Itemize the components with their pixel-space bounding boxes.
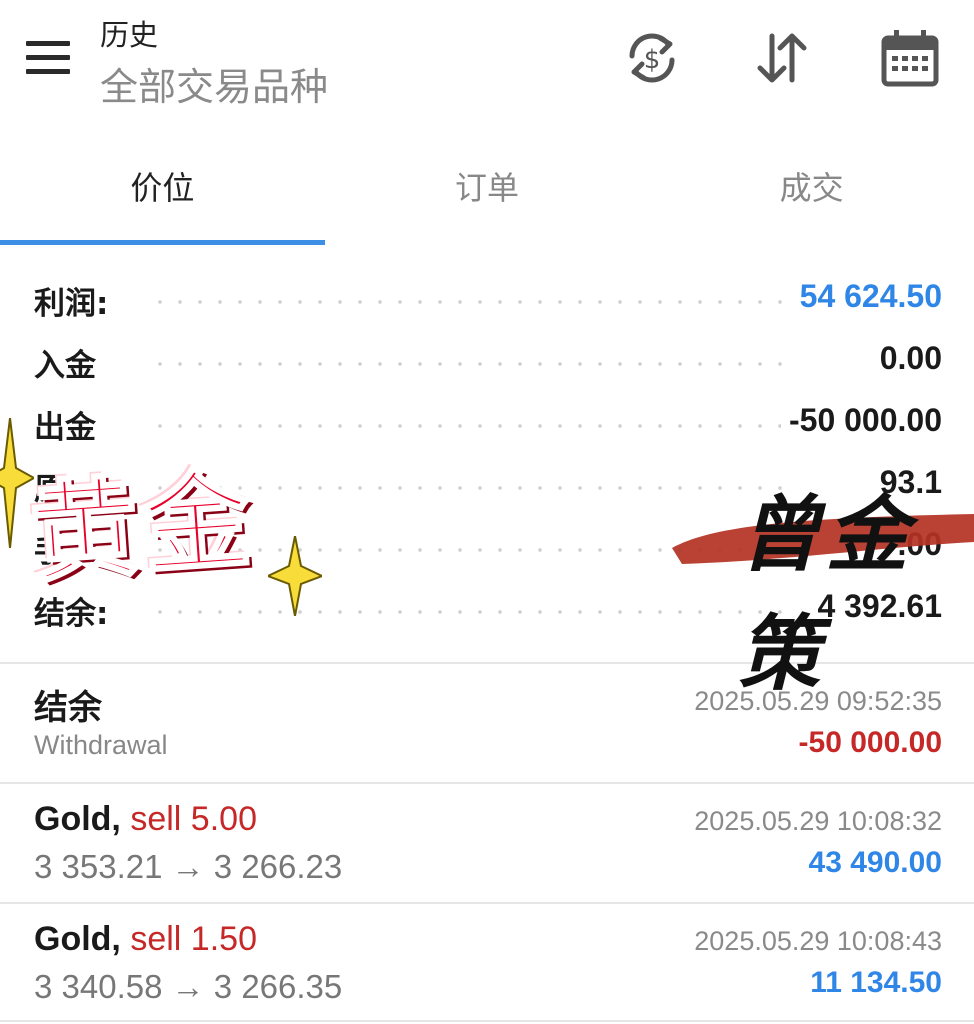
summary-value: -50 000.00 — [780, 402, 942, 439]
summary-row-withdrawal: 出金 -50 000.00 — [0, 392, 974, 454]
deal-time: 2025.05.29 09:52:35 — [694, 686, 942, 716]
page-title: 历史 — [100, 18, 159, 52]
dot-leader — [150, 424, 784, 428]
symbol-filter[interactable]: 全部交易品种 — [100, 56, 328, 111]
summary-row-obscured-1: 原 93.1 — [0, 454, 974, 516]
deal-symbol: Gold, — [34, 920, 121, 958]
deal-side: sell 1.50 — [130, 920, 257, 958]
summary-value: 0.00 — [871, 340, 942, 377]
deal-title: Gold, sell 5.00 — [34, 800, 257, 839]
summary-value: 54 624.50 — [791, 278, 942, 315]
deal-time: 2025.05.29 10:08:43 — [694, 926, 942, 956]
summary-label: 入金 — [34, 340, 104, 385]
dot-leader — [150, 362, 784, 366]
summary-row-balance: 结余: 4 392.61 — [0, 578, 974, 640]
dot-leader — [150, 486, 784, 490]
menu-icon[interactable] — [22, 38, 74, 78]
summary-label: 手 — [34, 526, 73, 571]
summary-label: 出金 — [34, 402, 104, 447]
deal-symbol: Gold, — [34, 800, 121, 838]
summary-label: 利润: — [34, 278, 117, 323]
app-header: 历史 全部交易品种 $ — [0, 0, 974, 130]
tab-bar: 价位 订单 成交 — [0, 140, 974, 246]
deal-time: 2025.05.29 10:08:32 — [694, 806, 942, 836]
summary-row-deposit: 入金 0.00 — [0, 330, 974, 392]
deal-row-gold-2[interactable]: Gold, sell 1.50 3 340.58 → 3 266.35 2025… — [0, 904, 974, 1022]
summary-value: .00 — [889, 526, 942, 563]
summary-value: 93.1 — [871, 464, 942, 501]
deal-row-withdrawal[interactable]: 结余 Withdrawal 2025.05.29 09:52:35 -50 00… — [0, 664, 974, 782]
deal-title: Gold, sell 1.50 — [34, 920, 257, 959]
deal-amount: 43 490.00 — [808, 846, 942, 879]
summary-row-obscured-2: 手 .00 — [0, 516, 974, 578]
deal-prices: 3 353.21 → 3 266.23 — [34, 848, 343, 885]
deal-row-gold-1[interactable]: Gold, sell 5.00 3 353.21 → 3 266.23 2025… — [0, 784, 974, 902]
currency-exchange-icon[interactable]: $ — [620, 26, 684, 90]
deal-prices: 3 340.58 → 3 266.35 — [34, 968, 343, 1005]
summary-row-profit: 利润: 54 624.50 — [0, 268, 974, 330]
calendar-icon[interactable] — [878, 26, 942, 90]
svg-text:$: $ — [644, 45, 661, 75]
deal-side: sell 5.00 — [130, 800, 257, 838]
tab-price[interactable]: 价位 — [0, 140, 325, 232]
deal-amount: -50 000.00 — [798, 726, 942, 759]
summary-label: 结余: — [34, 588, 117, 633]
divider — [0, 1020, 974, 1022]
dot-leader — [150, 548, 784, 552]
tab-deals[interactable]: 成交 — [649, 140, 974, 232]
sort-icon[interactable] — [750, 26, 814, 90]
deal-title: 结余 — [34, 689, 102, 727]
dot-leader — [150, 610, 784, 614]
dot-leader — [150, 300, 784, 304]
summary-label: 原 — [34, 464, 73, 509]
summary-value: 4 392.61 — [809, 588, 942, 625]
deal-comment: Withdrawal — [34, 730, 168, 760]
deal-amount: 11 134.50 — [810, 966, 942, 999]
tab-orders[interactable]: 订单 — [325, 140, 650, 232]
active-tab-indicator — [0, 240, 325, 245]
